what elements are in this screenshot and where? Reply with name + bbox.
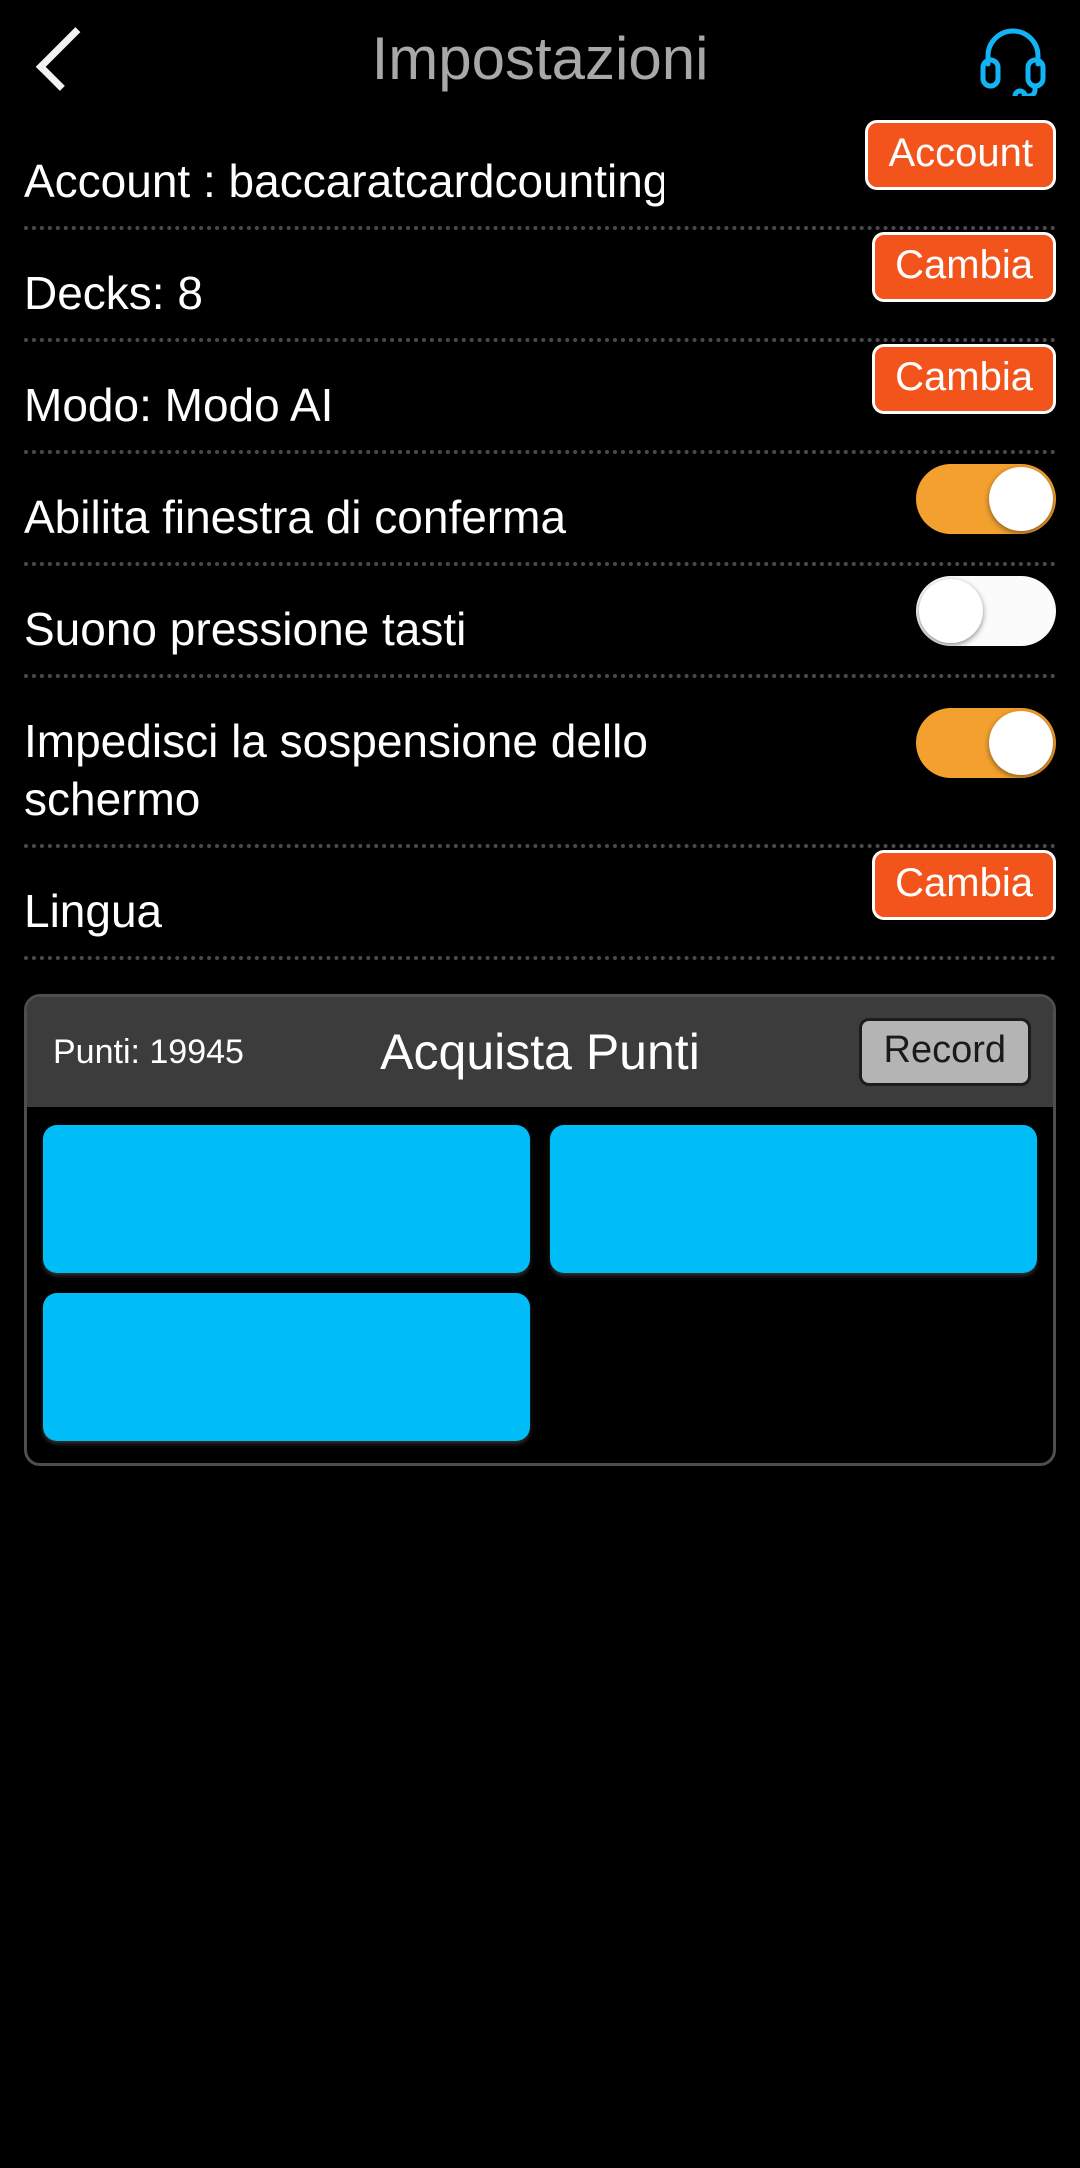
keep-screen-on-toggle[interactable] bbox=[916, 708, 1056, 778]
decks-button-wrap: Cambia bbox=[872, 232, 1056, 302]
language-change-button[interactable]: Cambia bbox=[872, 850, 1056, 920]
back-button[interactable] bbox=[22, 19, 102, 99]
account-button-wrap: Account bbox=[865, 120, 1056, 190]
toggle-knob bbox=[989, 467, 1053, 531]
setting-row-confirm-window: Abilita finestra di conferma bbox=[24, 454, 1056, 566]
setting-label-keep-screen-on: Impedisci la sospensione dello schermo bbox=[24, 715, 648, 825]
purchase-tile[interactable] bbox=[43, 1125, 530, 1273]
setting-row-decks: Decks: 8 Cambia bbox=[24, 230, 1056, 342]
setting-row-language: Lingua Cambia bbox=[24, 848, 1056, 960]
mode-change-button[interactable]: Cambia bbox=[872, 344, 1056, 414]
purchase-tiles-grid bbox=[27, 1107, 1053, 1463]
setting-row-keep-screen-on: Impedisci la sospensione dello schermo bbox=[24, 678, 1056, 848]
purchase-points-panel: Punti: 19945 Acquista Punti Record bbox=[24, 994, 1056, 1466]
mode-button-wrap: Cambia bbox=[872, 344, 1056, 414]
account-button[interactable]: Account bbox=[865, 120, 1056, 190]
app-header: Impostazioni bbox=[0, 0, 1080, 118]
setting-label-decks: Decks: 8 bbox=[24, 267, 203, 319]
headset-icon bbox=[980, 28, 1046, 96]
setting-label-language: Lingua bbox=[24, 885, 163, 937]
key-sound-toggle[interactable] bbox=[916, 576, 1056, 646]
confirm-window-toggle[interactable] bbox=[916, 464, 1056, 534]
setting-label-confirm-window: Abilita finestra di conferma bbox=[24, 491, 567, 543]
setting-row-mode: Modo: Modo AI Cambia bbox=[24, 342, 1056, 454]
language-button-wrap: Cambia bbox=[872, 850, 1056, 920]
settings-list: Account : baccaratcardcounting@ Account … bbox=[0, 118, 1080, 960]
settings-screen: Impostazioni Account : baccaratcardcount… bbox=[0, 0, 1080, 2168]
setting-row-key-sound: Suono pressione tasti bbox=[24, 566, 1056, 678]
keep-screen-on-toggle-wrap bbox=[916, 708, 1056, 778]
page-title: Impostazioni bbox=[371, 25, 709, 92]
toggle-knob bbox=[989, 711, 1053, 775]
decks-change-button[interactable]: Cambia bbox=[872, 232, 1056, 302]
record-button[interactable]: Record bbox=[858, 1018, 1031, 1086]
key-sound-toggle-wrap bbox=[916, 576, 1056, 646]
purchase-panel-header: Punti: 19945 Acquista Punti Record bbox=[27, 997, 1053, 1107]
chevron-left-icon bbox=[35, 27, 100, 91]
purchase-tile[interactable] bbox=[43, 1293, 530, 1441]
setting-label-mode: Modo: Modo AI bbox=[24, 379, 334, 431]
purchase-tile[interactable] bbox=[550, 1125, 1037, 1273]
points-balance: Punti: 19945 bbox=[53, 1032, 244, 1071]
setting-label-account: Account : baccaratcardcounting@ bbox=[24, 155, 664, 207]
setting-row-account: Account : baccaratcardcounting@ Account bbox=[24, 118, 1056, 230]
toggle-knob bbox=[919, 579, 983, 643]
support-button[interactable] bbox=[968, 14, 1058, 104]
confirm-window-toggle-wrap bbox=[916, 464, 1056, 534]
setting-label-key-sound: Suono pressione tasti bbox=[24, 603, 467, 655]
purchase-panel-title: Acquista Punti bbox=[380, 1024, 700, 1080]
